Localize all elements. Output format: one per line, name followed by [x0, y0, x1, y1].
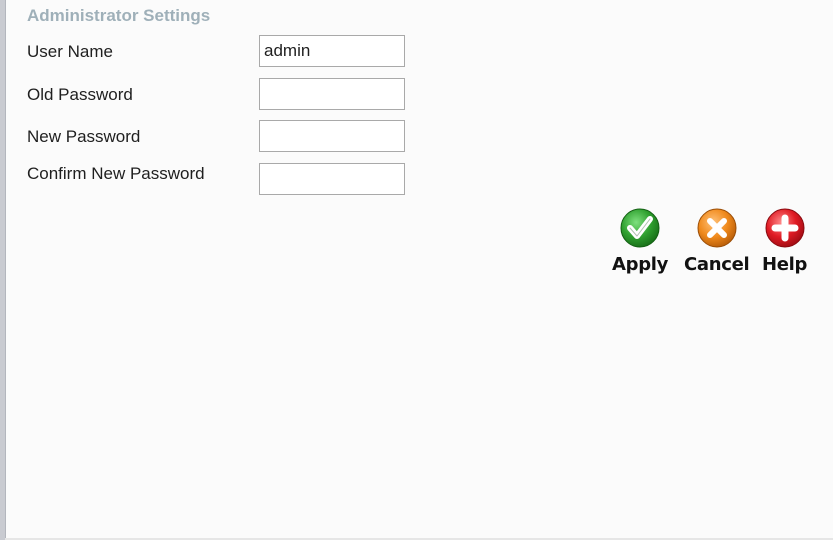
checkmark-icon: [620, 208, 660, 248]
new-password-label: New Password: [27, 127, 141, 146]
confirm-password-label: Confirm New Password: [27, 164, 205, 183]
cancel-label: Cancel: [684, 254, 750, 275]
confirm-password-input[interactable]: [259, 163, 405, 195]
cancel-button[interactable]: Cancel: [684, 206, 750, 275]
old-password-label: Old Password: [27, 85, 133, 104]
old-password-input[interactable]: [259, 78, 405, 110]
help-label: Help: [762, 254, 808, 275]
help-button[interactable]: Help: [762, 206, 807, 275]
new-password-input[interactable]: [259, 120, 405, 152]
left-border: [0, 0, 6, 540]
apply-label: Apply: [612, 254, 669, 275]
section-title: Administrator Settings: [27, 6, 211, 25]
user-name-label: User Name: [27, 42, 113, 61]
user-name-input[interactable]: [259, 35, 405, 67]
apply-button[interactable]: Apply: [612, 206, 668, 275]
plus-icon: [765, 208, 805, 248]
x-icon: [697, 208, 737, 248]
